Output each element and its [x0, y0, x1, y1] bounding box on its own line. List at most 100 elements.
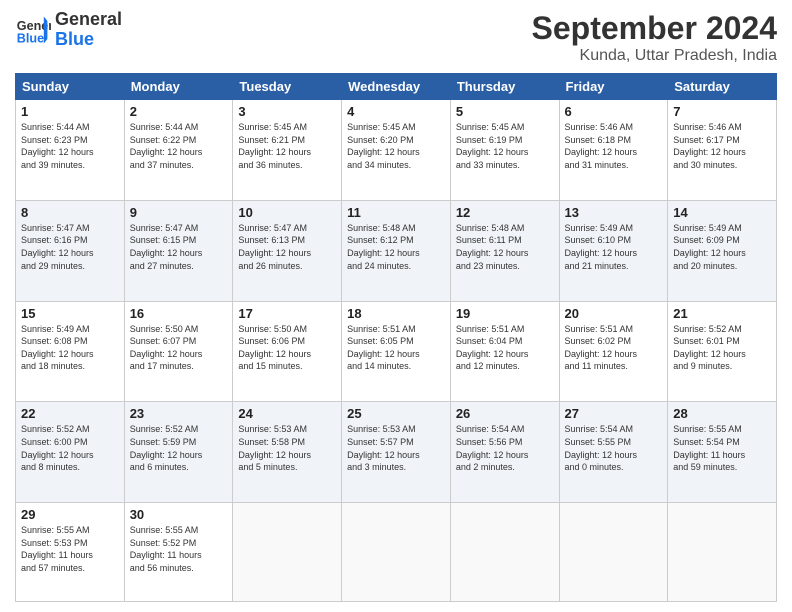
page: General Blue General Blue September 2024… [0, 0, 792, 612]
table-row: 9 Sunrise: 5:47 AM Sunset: 6:15 PM Daylig… [124, 200, 233, 301]
day-number: 26 [456, 406, 554, 421]
day-number: 23 [130, 406, 228, 421]
day-number: 3 [238, 104, 336, 119]
table-row: 30Sunrise: 5:55 AM Sunset: 5:52 PM Dayli… [124, 503, 233, 602]
day-number: 21 [673, 306, 771, 321]
table-row [233, 503, 342, 602]
day-number: 22 [21, 406, 119, 421]
day-number: 30 [130, 507, 228, 522]
day-number: 1 [21, 104, 119, 119]
table-row: 20 Sunrise: 5:51 AM Sunset: 6:02 PM Dayli… [559, 301, 668, 402]
day-info: Sunrise: 5:53 AM Sunset: 5:58 PM Dayligh… [238, 423, 336, 473]
day-number: 29 [21, 507, 119, 522]
header-monday: Monday [124, 74, 233, 100]
day-number: 15 [21, 306, 119, 321]
header-wednesday: Wednesday [342, 74, 451, 100]
header: General Blue General Blue September 2024… [15, 10, 777, 65]
day-number: 2 [130, 104, 228, 119]
day-info: Sunrise: 5:47 AM Sunset: 6:13 PM Dayligh… [238, 222, 336, 272]
day-info: Sunrise: 5:44 AM Sunset: 6:22 PM Dayligh… [130, 121, 228, 171]
table-row: 28 Sunrise: 5:55 AM Sunset: 5:54 PM Dayli… [668, 402, 777, 503]
day-number: 19 [456, 306, 554, 321]
day-number: 8 [21, 205, 119, 220]
day-info: Sunrise: 5:49 AM Sunset: 6:08 PM Dayligh… [21, 323, 119, 373]
day-number: 17 [238, 306, 336, 321]
header-thursday: Thursday [450, 74, 559, 100]
header-friday: Friday [559, 74, 668, 100]
table-row: 17 Sunrise: 5:50 AM Sunset: 6:06 PM Dayli… [233, 301, 342, 402]
table-row: 27 Sunrise: 5:54 AM Sunset: 5:55 PM Dayli… [559, 402, 668, 503]
day-info: Sunrise: 5:54 AM Sunset: 5:55 PM Dayligh… [565, 423, 663, 473]
day-info: Sunrise: 5:52 AM Sunset: 6:01 PM Dayligh… [673, 323, 771, 373]
table-row: 11 Sunrise: 5:48 AM Sunset: 6:12 PM Dayli… [342, 200, 451, 301]
header-saturday: Saturday [668, 74, 777, 100]
day-info: Sunrise: 5:45 AM Sunset: 6:19 PM Dayligh… [456, 121, 554, 171]
month-title: September 2024 [532, 10, 777, 47]
day-number: 18 [347, 306, 445, 321]
day-info: Sunrise: 5:54 AM Sunset: 5:56 PM Dayligh… [456, 423, 554, 473]
day-number: 25 [347, 406, 445, 421]
day-number: 11 [347, 205, 445, 220]
logo: General Blue General Blue [15, 10, 122, 50]
day-number: 4 [347, 104, 445, 119]
day-info: Sunrise: 5:53 AM Sunset: 5:57 PM Dayligh… [347, 423, 445, 473]
day-info: Sunrise: 5:45 AM Sunset: 6:21 PM Dayligh… [238, 121, 336, 171]
day-number: 12 [456, 205, 554, 220]
day-number: 28 [673, 406, 771, 421]
day-info: Sunrise: 5:55 AM Sunset: 5:54 PM Dayligh… [673, 423, 771, 473]
header-tuesday: Tuesday [233, 74, 342, 100]
day-number: 14 [673, 205, 771, 220]
table-row: 21 Sunrise: 5:52 AM Sunset: 6:01 PM Dayli… [668, 301, 777, 402]
day-number: 20 [565, 306, 663, 321]
table-row: 4 Sunrise: 5:45 AM Sunset: 6:20 PM Daylig… [342, 100, 451, 201]
logo-icon: General Blue [15, 12, 51, 48]
day-info: Sunrise: 5:49 AM Sunset: 6:09 PM Dayligh… [673, 222, 771, 272]
table-row: 12Sunrise: 5:48 AM Sunset: 6:11 PM Dayli… [450, 200, 559, 301]
table-row: 26 Sunrise: 5:54 AM Sunset: 5:56 PM Dayli… [450, 402, 559, 503]
table-row: 10Sunrise: 5:47 AM Sunset: 6:13 PM Dayli… [233, 200, 342, 301]
day-info: Sunrise: 5:51 AM Sunset: 6:05 PM Dayligh… [347, 323, 445, 373]
day-number: 27 [565, 406, 663, 421]
day-info: Sunrise: 5:48 AM Sunset: 6:12 PM Dayligh… [347, 222, 445, 272]
day-number: 6 [565, 104, 663, 119]
day-info: Sunrise: 5:45 AM Sunset: 6:20 PM Dayligh… [347, 121, 445, 171]
day-info: Sunrise: 5:51 AM Sunset: 6:02 PM Dayligh… [565, 323, 663, 373]
day-info: Sunrise: 5:50 AM Sunset: 6:06 PM Dayligh… [238, 323, 336, 373]
table-row: 2 Sunrise: 5:44 AM Sunset: 6:22 PM Daylig… [124, 100, 233, 201]
day-info: Sunrise: 5:55 AM Sunset: 5:53 PM Dayligh… [21, 524, 119, 574]
day-info: Sunrise: 5:44 AM Sunset: 6:23 PM Dayligh… [21, 121, 119, 171]
table-row: 5Sunrise: 5:45 AM Sunset: 6:19 PM Daylig… [450, 100, 559, 201]
day-number: 24 [238, 406, 336, 421]
logo-text: General Blue [55, 10, 122, 50]
table-row: 18 Sunrise: 5:51 AM Sunset: 6:05 PM Dayli… [342, 301, 451, 402]
table-row: 14 Sunrise: 5:49 AM Sunset: 6:09 PM Dayli… [668, 200, 777, 301]
header-sunday: Sunday [16, 74, 125, 100]
table-row [668, 503, 777, 602]
table-row: 6Sunrise: 5:46 AM Sunset: 6:18 PM Daylig… [559, 100, 668, 201]
table-row: 29 Sunrise: 5:55 AM Sunset: 5:53 PM Dayli… [16, 503, 125, 602]
table-row: 15 Sunrise: 5:49 AM Sunset: 6:08 PM Dayli… [16, 301, 125, 402]
day-info: Sunrise: 5:51 AM Sunset: 6:04 PM Dayligh… [456, 323, 554, 373]
calendar-table: Sunday Monday Tuesday Wednesday Thursday… [15, 73, 777, 602]
day-info: Sunrise: 5:47 AM Sunset: 6:15 PM Dayligh… [130, 222, 228, 272]
table-row: 8Sunrise: 5:47 AM Sunset: 6:16 PM Daylig… [16, 200, 125, 301]
table-row: 1 Sunrise: 5:44 AM Sunset: 6:23 PM Daylig… [16, 100, 125, 201]
location-subtitle: Kunda, Uttar Pradesh, India [532, 47, 777, 65]
day-info: Sunrise: 5:52 AM Sunset: 5:59 PM Dayligh… [130, 423, 228, 473]
table-row: 7Sunrise: 5:46 AM Sunset: 6:17 PM Daylig… [668, 100, 777, 201]
day-number: 13 [565, 205, 663, 220]
table-row: 24 Sunrise: 5:53 AM Sunset: 5:58 PM Dayli… [233, 402, 342, 503]
title-block: September 2024 Kunda, Uttar Pradesh, Ind… [532, 10, 777, 65]
table-row: 22Sunrise: 5:52 AM Sunset: 6:00 PM Dayli… [16, 402, 125, 503]
day-info: Sunrise: 5:49 AM Sunset: 6:10 PM Dayligh… [565, 222, 663, 272]
table-row [342, 503, 451, 602]
svg-text:Blue: Blue [17, 31, 44, 45]
table-row [559, 503, 668, 602]
day-number: 9 [130, 205, 228, 220]
table-row: 3 Sunrise: 5:45 AM Sunset: 6:21 PM Daylig… [233, 100, 342, 201]
table-row: 23 Sunrise: 5:52 AM Sunset: 5:59 PM Dayli… [124, 402, 233, 503]
table-row: 25 Sunrise: 5:53 AM Sunset: 5:57 PM Dayli… [342, 402, 451, 503]
day-number: 7 [673, 104, 771, 119]
table-row: 13 Sunrise: 5:49 AM Sunset: 6:10 PM Dayli… [559, 200, 668, 301]
day-info: Sunrise: 5:50 AM Sunset: 6:07 PM Dayligh… [130, 323, 228, 373]
